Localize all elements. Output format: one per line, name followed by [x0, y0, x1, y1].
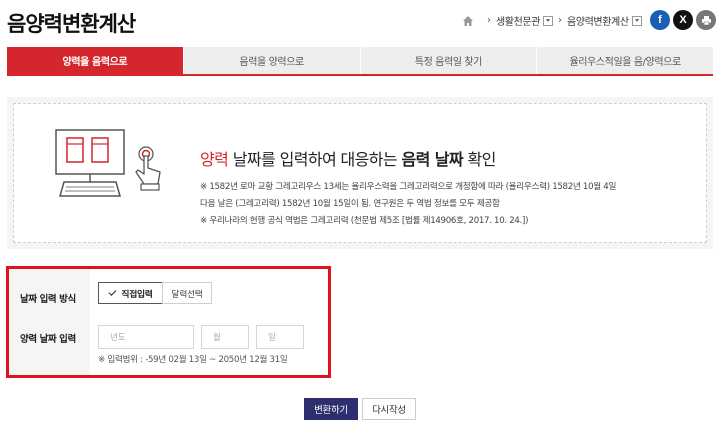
convert-button[interactable]: 변환하기: [304, 398, 358, 420]
dropdown-icon[interactable]: [631, 15, 642, 26]
heading-lunar-date: 음력 날짜: [401, 150, 464, 169]
breadcrumb-label: 생활천문관: [496, 17, 541, 28]
chevron-right-icon: ›: [487, 15, 491, 26]
print-icon[interactable]: [696, 10, 716, 30]
info-panel: 양력 날짜를 입력하여 대응하는 음력 날짜 확인 ※ 1582년 로마 교황 …: [13, 103, 707, 243]
heading-end: 확인: [462, 150, 496, 169]
dropdown-icon[interactable]: [543, 15, 554, 26]
tab-lunar-to-solar[interactable]: 음력을 양력으로: [183, 47, 361, 74]
info-box: 양력 날짜를 입력하여 대응하는 음력 날짜 확인 ※ 1582년 로마 교황 …: [7, 97, 713, 249]
computer-click-illustration: [55, 129, 161, 197]
tab-bar: 양력을 음력으로 음력을 양력으로 특정 음력일 찾기 율리우스적일을 음/양력…: [7, 47, 713, 76]
heading-solar: 양력: [200, 150, 229, 169]
home-icon[interactable]: [462, 15, 474, 27]
heading-text: 날짜를 입력하여 대응하는: [228, 150, 402, 169]
chevron-right-icon: ›: [558, 15, 563, 26]
note-line: ※ 1582년 로마 교황 그레고리우스 13세는 율리우스력을 그레고리력으로…: [200, 182, 617, 192]
info-heading: 양력 날짜를 입력하여 대응하는 음력 날짜 확인: [200, 146, 496, 170]
breadcrumb-item-current[interactable]: 음양력변환계산: [567, 13, 642, 28]
note-line: ※ 우리나라의 현행 공식 역법은 그레고리력 (천문법 제5조 [법률 제14…: [200, 216, 529, 226]
page-title: 음양력변환계산: [7, 12, 136, 36]
breadcrumb: › 생활천문관 › 음양력변환계산: [462, 13, 642, 28]
social-links: f X: [650, 10, 716, 30]
tab-find-lunar-date[interactable]: 특정 음력일 찾기: [360, 47, 538, 74]
highlight-frame: [6, 266, 331, 378]
info-notes: ※ 1582년 로마 교황 그레고리우스 13세는 율리우스력을 그레고리력으로…: [200, 179, 616, 230]
reset-button[interactable]: 다시작성: [362, 398, 416, 420]
tab-julian-day[interactable]: 율리우스적일을 음/양력으로: [537, 47, 713, 74]
facebook-icon[interactable]: f: [650, 10, 670, 30]
note-line: 다음 날은 (그레고리력) 1582년 10월 15일이 됨. 연구원은 두 역…: [200, 199, 500, 209]
page-header: 음양력변환계산 › 생활천문관 › 음양력변환계산 f X: [0, 0, 720, 44]
breadcrumb-item-astronomy[interactable]: 생활천문관: [496, 13, 554, 28]
breadcrumb-label: 음양력변환계산: [567, 17, 629, 28]
tab-solar-to-lunar[interactable]: 양력을 음력으로: [7, 47, 184, 74]
x-twitter-icon[interactable]: X: [673, 10, 693, 30]
